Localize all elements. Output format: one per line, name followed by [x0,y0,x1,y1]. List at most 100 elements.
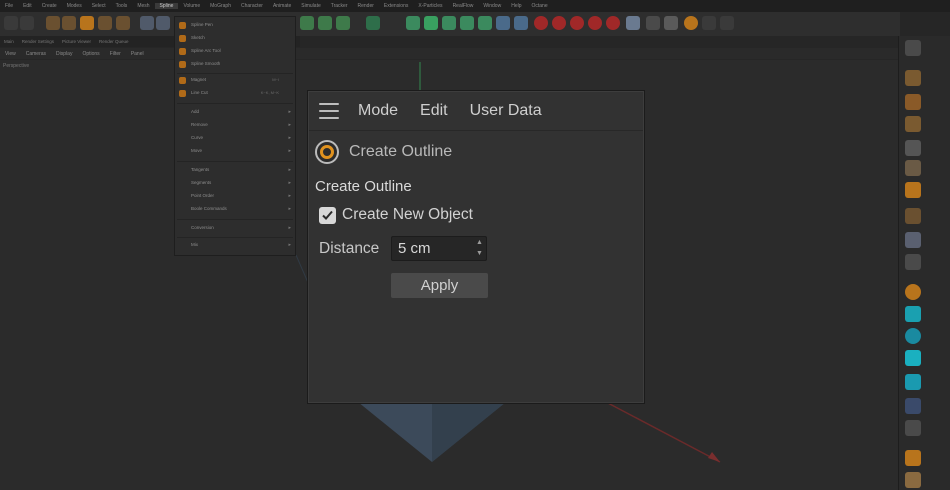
menu-item-spline-smooth[interactable]: Spline Smooth [191,61,220,66]
menu-item-mix[interactable]: Mix [191,242,198,247]
octane-icon[interactable] [684,16,698,30]
y-axis-icon[interactable] [156,16,170,30]
sky-icon[interactable] [905,420,921,436]
autokey-icon[interactable] [552,16,566,30]
viewport-menu-panel[interactable]: Panel [126,51,149,57]
keyframe-icon[interactable] [570,16,584,30]
menu-animate[interactable]: Animate [268,3,296,9]
redo-icon[interactable] [20,16,34,30]
menu-render[interactable]: Render [353,3,379,9]
menu-item-add[interactable]: Add [191,109,199,114]
octane-settings-icon[interactable] [720,16,734,30]
viewport-menu-view[interactable]: View [0,51,21,57]
workplane-icon[interactable] [905,116,921,132]
points-mode-icon[interactable] [905,140,921,156]
scene-icon[interactable] [496,16,510,30]
picture-viewer-icon[interactable] [664,16,678,30]
snap-icon[interactable] [905,254,921,270]
keyframe-position-icon[interactable] [606,16,620,30]
menu-window[interactable]: Window [478,3,506,9]
dialog-menu-edit[interactable]: Edit [417,102,451,120]
mograph-icon[interactable] [442,16,456,30]
menu-item-boole-commands[interactable]: Boole Commands [191,206,227,211]
distance-input[interactable] [398,240,468,257]
menu-simulate[interactable]: Simulate [296,3,325,9]
tab-main[interactable]: Main [0,39,18,44]
render-view-icon[interactable] [626,16,640,30]
stepper-down-icon[interactable]: ▼ [476,250,483,258]
texture-mode-icon[interactable] [905,94,921,110]
cube-primitive-icon[interactable] [905,350,921,366]
subdivision-icon[interactable] [336,16,350,30]
light-icon[interactable] [905,374,921,390]
stepper-up-icon[interactable]: ▲ [476,239,483,247]
menu-x-particles[interactable]: X-Particles [413,3,447,9]
keyframe-selection-icon[interactable] [588,16,602,30]
menu-item-point-order[interactable]: Point Order [191,193,214,198]
tab-render-queue[interactable]: Render Queue [95,39,133,44]
tweak-mode-icon[interactable] [905,232,921,248]
menu-item-remove[interactable]: Remove [191,122,208,127]
menu-item-conversion[interactable]: Conversion [191,225,214,230]
apply-button[interactable]: Apply [391,273,488,298]
menu-item-move[interactable]: Move [191,148,202,153]
array-icon[interactable] [406,16,420,30]
extrude-icon[interactable] [366,16,380,30]
viewport-menu-display[interactable]: Display [51,51,77,57]
dialog-menu-mode[interactable]: Mode [355,102,401,120]
menu-extensions[interactable]: Extensions [379,3,413,9]
tab-render-settings[interactable]: Render Settings [18,39,58,44]
model-mode-icon[interactable] [905,70,921,86]
spline-tool-icon[interactable] [905,306,921,322]
distance-stepper[interactable]: ▲ ▼ [475,239,484,258]
sphere-icon[interactable] [905,328,921,344]
menu-edit[interactable]: Edit [18,3,37,9]
menu-file[interactable]: File [0,3,18,9]
hamburger-menu-icon[interactable] [319,103,339,119]
menu-volume[interactable]: Volume [178,3,205,9]
menu-spline[interactable]: Spline [154,3,179,9]
scale-icon[interactable] [80,16,94,30]
camera-object-icon[interactable] [905,398,921,414]
menu-mesh[interactable]: Mesh [132,3,154,9]
material-icon[interactable] [905,472,921,488]
pen-icon[interactable] [318,16,332,30]
menu-item-segments[interactable]: Segments [191,180,211,185]
edges-mode-icon[interactable] [905,160,921,176]
rotate-icon[interactable] [98,16,112,30]
record-icon[interactable] [534,16,548,30]
menu-item-spline-arc-tool[interactable]: Spline Arc Tool [191,48,221,53]
menu-item-curve[interactable]: Curve [191,135,203,140]
layout-icon[interactable] [905,40,921,56]
octane-material-icon[interactable] [905,284,921,300]
live-select-icon[interactable] [46,16,60,30]
dialog-menu-user-data[interactable]: User Data [467,102,545,120]
render-icon[interactable] [905,450,921,466]
polygons-mode-icon[interactable] [905,182,921,198]
move-icon[interactable] [62,16,76,30]
camera-icon[interactable] [514,16,528,30]
distance-field[interactable]: ▲ ▼ [391,236,487,261]
menu-help[interactable]: Help [506,3,526,9]
menu-item-tangents[interactable]: Tangents [191,167,209,172]
undo-icon[interactable] [4,16,18,30]
cube-icon[interactable] [300,16,314,30]
menu-create[interactable]: Create [37,3,62,9]
create-new-object-option[interactable]: Create New Object [319,206,473,224]
menu-item-spline-pen[interactable]: Spline Pen [191,22,213,27]
menu-tools[interactable]: Tools [111,3,133,9]
add-object-icon[interactable] [424,16,438,30]
field-icon[interactable] [478,16,492,30]
menu-item-line-cut[interactable]: Line Cut [191,90,208,95]
render-settings-icon[interactable] [646,16,660,30]
deformer-icon[interactable] [460,16,474,30]
menu-mograph[interactable]: MoGraph [205,3,236,9]
x-axis-icon[interactable] [140,16,154,30]
axis-mode-icon[interactable] [905,208,921,224]
viewport-menu-filter[interactable]: Filter [105,51,126,57]
viewport-menu-cameras[interactable]: Cameras [21,51,51,57]
menu-realflow[interactable]: RealFlow [448,3,479,9]
create-new-object-checkbox[interactable] [319,206,336,224]
menu-octane[interactable]: Octane [527,3,553,9]
menu-character[interactable]: Character [236,3,268,9]
